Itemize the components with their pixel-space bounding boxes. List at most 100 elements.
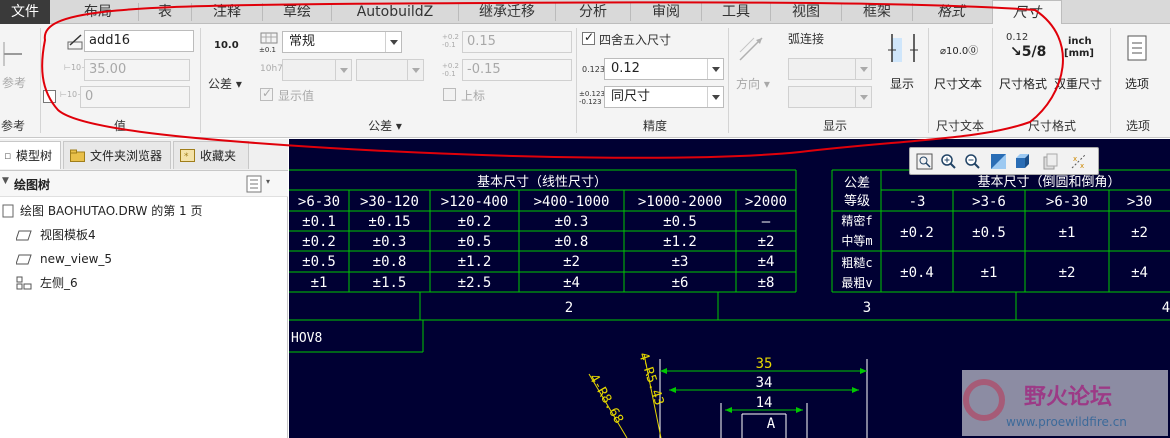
zoom-in-icon[interactable] (940, 153, 957, 170)
upper-tolerance-field[interactable]: 0.15 (462, 31, 572, 53)
dimension-text-button[interactable]: 尺寸文本 (934, 75, 982, 92)
table-title-fillet: 基本尺寸（倒圆和倒角） (977, 175, 1120, 190)
dimension-format-button[interactable]: 尺寸格式 (999, 75, 1047, 92)
dual-dimension-button[interactable]: 双重尺寸 (1054, 75, 1102, 92)
table-cell: ±0.2 (900, 225, 934, 241)
table-header-cell: -3 (909, 194, 926, 210)
sheet-icon (2, 204, 14, 218)
svg-text:x: x (1073, 155, 1077, 163)
tab-format[interactable]: 格式 (913, 0, 989, 24)
app-window: 文件 布局 表 注释 草绘 AutobuildZ 继承迁移 分析 审阅 工具 视… (0, 0, 1170, 438)
dimension-format-icon: 0.12 (1006, 32, 1029, 43)
repaint-icon[interactable] (990, 153, 1007, 170)
tab-layout[interactable]: 布局 (58, 0, 138, 24)
collapse-arrow-icon[interactable]: ▼ (2, 176, 9, 186)
datum-display-icon[interactable]: xx (1070, 153, 1087, 170)
table-header-cell: >400-1000 (534, 194, 610, 210)
tolerance-group-label[interactable]: 公差 ▾ (360, 117, 410, 135)
direction-label: 方向 (736, 77, 761, 91)
tolerance-format-icon: 10.0 (214, 40, 239, 51)
watermark-url: www.proewildfire.cn (1006, 415, 1127, 429)
tree-settings-icon[interactable] (246, 175, 264, 193)
superscript-checkbox[interactable] (443, 88, 456, 101)
tab-analysis[interactable]: 分析 (556, 0, 630, 24)
tab-autobuildz[interactable]: AutobuildZ (332, 0, 458, 24)
direction-button[interactable]: 方向 ▾ (736, 75, 770, 92)
table-cell: ±1 (1059, 225, 1076, 241)
round-dimension-checkbox[interactable] (582, 30, 595, 45)
ribbon-panel: 参考 参考 add16 ⊢10⊣ 35.00 ⊢10⊣ 0 值 10.0 公差 … (0, 24, 1170, 138)
table-cell: ±2 (1131, 225, 1148, 241)
arc-connection-select[interactable] (788, 58, 872, 80)
display-style-icon[interactable] (1014, 153, 1031, 170)
override-value-field[interactable]: 0 (80, 86, 190, 108)
model-tree-tab-label: 模型树 (16, 149, 53, 163)
table-cell: ±0.5 (302, 254, 336, 270)
tolerance-class-name: 精密f (841, 213, 872, 228)
tab-dimension[interactable]: 尺寸 (992, 0, 1062, 25)
watermark-title: 野火论坛 (1024, 384, 1112, 410)
table-header-cell: >2000 (745, 194, 787, 210)
reference-button-label[interactable]: 参考 (2, 74, 26, 91)
svg-text:x: x (1080, 162, 1084, 170)
table-cell: ±1.2 (663, 234, 697, 250)
tolerance-mode-select[interactable]: 常规 (282, 31, 402, 53)
ribbon-tab-bar: 文件 布局 表 注释 草绘 AutobuildZ 继承迁移 分析 审阅 工具 视… (0, 0, 1170, 25)
view-icon (16, 230, 32, 241)
projection-view-icon (16, 276, 32, 290)
show-value-checkbox[interactable] (260, 86, 273, 101)
table-cell: ±0.4 (900, 265, 934, 281)
lower-tolerance-field[interactable]: -0.15 (462, 59, 572, 81)
table-header-cell: >6-30 (1046, 194, 1088, 210)
round-dimension-label: 四舍五入尺寸 (599, 33, 672, 47)
tab-view[interactable]: 视图 (771, 0, 841, 24)
nominal-value-field[interactable]: 35.00 (84, 59, 190, 81)
tab-legacy-migration[interactable]: 继承迁移 (459, 0, 555, 24)
decimal-places-icon: 0.123 (582, 65, 605, 74)
tab-review[interactable]: 审阅 (631, 0, 701, 24)
tree-item-label: 绘图 BAOHUTAO.DRW 的第 1 页 (20, 204, 203, 218)
table-cell: ±4 (563, 275, 580, 291)
table-cell: ±0.8 (373, 254, 407, 270)
shaft-fit-select[interactable] (356, 59, 424, 81)
tab-model-tree[interactable]: ▫ 模型树 (0, 141, 61, 169)
tab-annotate[interactable]: 注释 (192, 0, 262, 24)
override-value-checkbox[interactable] (43, 90, 56, 103)
display-button[interactable]: 显示 (890, 75, 914, 92)
table-cell: ±1 (311, 275, 328, 291)
options-button[interactable]: 选项 (1125, 75, 1149, 92)
arc-connection-label: 弧连接 (788, 32, 825, 46)
folder-icon (70, 149, 85, 162)
layers-icon[interactable] (1042, 153, 1059, 170)
dimension-arrow (725, 407, 732, 413)
dimension-text: 35 (756, 356, 773, 372)
graphics-toolbar: xx (909, 147, 1099, 175)
tab-tools[interactable]: 工具 (702, 0, 770, 24)
tolerance-mode-value: 常规 (289, 34, 316, 49)
table-cell: ±3 (672, 254, 689, 270)
decimal-places-select[interactable]: 0.12 (604, 58, 724, 80)
decimal-places-value: 0.12 (611, 61, 640, 76)
tab-folder-browser[interactable]: 文件夹浏览器 (63, 141, 171, 169)
table-header-cell: >3-6 (972, 194, 1006, 210)
tab-frame[interactable]: 框架 (842, 0, 912, 24)
zoom-out-icon[interactable] (964, 153, 981, 170)
tree-settings-dropdown-icon[interactable]: ▾ (266, 177, 270, 186)
direction-icon (739, 37, 763, 61)
tab-table[interactable]: 表 (139, 0, 191, 24)
table-header-cell: >1000-2000 (638, 194, 722, 210)
table-cell: ±1.5 (373, 275, 407, 291)
fraction-icon: ↘5/8 (1010, 44, 1047, 60)
refit-icon[interactable] (916, 153, 933, 170)
tolerance-button[interactable]: 公差 ▾ (208, 75, 242, 92)
view-icon (16, 254, 32, 265)
display-style-select[interactable] (788, 86, 872, 108)
tab-sketch[interactable]: 草绘 (263, 0, 331, 24)
dimension-format-group-label: 尺寸格式 (1027, 119, 1076, 133)
tab-favorites[interactable]: * 收藏夹 (173, 141, 249, 169)
hole-fit-select[interactable] (282, 59, 352, 81)
tab-file[interactable]: 文件 (0, 0, 50, 24)
tolerance-decimal-select[interactable]: 同尺寸 (604, 86, 724, 108)
table-header-cell: >30 (1127, 194, 1152, 210)
dimension-name-field[interactable]: add16 (84, 30, 194, 52)
